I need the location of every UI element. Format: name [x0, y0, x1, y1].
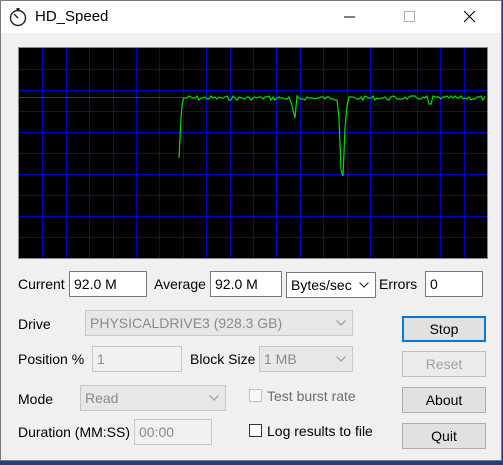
- mode-value: Read: [85, 390, 119, 406]
- throughput-trace: [178, 94, 486, 177]
- about-button[interactable]: About: [402, 387, 486, 413]
- minimize-button[interactable]: [327, 1, 373, 33]
- reset-button[interactable]: Reset: [402, 351, 486, 377]
- close-icon: [464, 11, 476, 23]
- stop-button[interactable]: Stop: [402, 316, 486, 342]
- block-size-dropdown[interactable]: 1 MB: [259, 346, 353, 372]
- mode-label: Mode: [18, 391, 54, 407]
- units-dropdown[interactable]: Bytes/sec: [286, 272, 376, 298]
- maximize-button[interactable]: [387, 1, 433, 33]
- drive-dropdown[interactable]: PHYSICALDRIVE3 (928.3 GB): [85, 310, 353, 336]
- quit-button[interactable]: Quit: [402, 423, 486, 449]
- drive-value: PHYSICALDRIVE3 (928.3 GB): [90, 315, 283, 331]
- duration-label: Duration (MM:SS): [18, 424, 131, 440]
- errors-label: Errors: [379, 276, 418, 292]
- average-label: Average: [154, 276, 206, 292]
- stopwatch-icon: [8, 7, 28, 27]
- throughput-graph: [18, 47, 488, 259]
- position-label: Position %: [18, 351, 85, 367]
- mode-dropdown[interactable]: Read: [80, 385, 226, 411]
- current-label: Current: [18, 276, 65, 292]
- minimize-icon: [344, 16, 355, 18]
- average-value-field: 92.0 M: [210, 271, 282, 297]
- units-value: Bytes/sec: [291, 277, 352, 293]
- chevron-down-icon: [336, 356, 346, 362]
- block-size-value: 1 MB: [264, 351, 297, 367]
- log-results-checkbox[interactable]: [249, 424, 262, 437]
- window-title: HD_Speed: [35, 8, 109, 25]
- chevron-down-icon: [359, 282, 369, 288]
- test-burst-rate-label: Test burst rate: [267, 388, 356, 404]
- current-value-field: 92.0 M: [69, 271, 147, 297]
- test-burst-rate-checkbox[interactable]: [249, 389, 262, 402]
- log-results-label: Log results to file: [267, 423, 373, 439]
- position-input[interactable]: 1: [92, 346, 182, 372]
- errors-value-field: 0: [425, 271, 483, 297]
- chevron-down-icon: [209, 395, 219, 401]
- block-size-label: Block Size: [190, 351, 256, 367]
- close-button[interactable]: [447, 1, 493, 33]
- drive-label: Drive: [18, 316, 51, 332]
- hd-speed-window: HD_Speed Current 92.0 M Average 92.0 M B…: [0, 0, 502, 461]
- chevron-down-icon: [336, 320, 346, 326]
- title-bar: HD_Speed: [1, 1, 501, 33]
- maximize-icon: [404, 11, 415, 22]
- duration-input[interactable]: 00:00: [134, 419, 212, 445]
